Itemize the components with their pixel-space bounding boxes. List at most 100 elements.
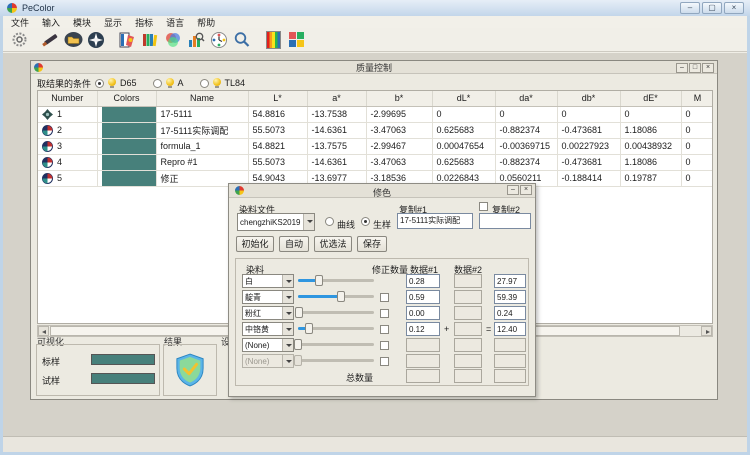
result-field-2[interactable]: 59.39 [494, 290, 526, 304]
optimize-button[interactable]: 优选法 [314, 236, 352, 252]
dialog-close-button[interactable]: × [520, 185, 532, 195]
menu-display[interactable]: 显示 [102, 16, 124, 29]
color-mosaic-icon[interactable] [286, 30, 306, 50]
result-field-1[interactable]: 27.97 [494, 274, 526, 288]
col-dE[interactable]: dE* [620, 91, 681, 106]
menu-module[interactable]: 模块 [71, 16, 93, 29]
window-title: PeColor [22, 3, 55, 13]
chevron-down-icon[interactable] [282, 323, 293, 335]
illuminant-tl84-radio[interactable] [200, 79, 209, 88]
close-button[interactable]: × [724, 2, 744, 14]
palette-book-icon[interactable] [117, 30, 137, 50]
dye-select-6: (None) [242, 354, 294, 368]
col-b[interactable]: b* [366, 91, 432, 106]
copy1-field[interactable]: 17-5111实际调配 [397, 213, 473, 229]
row-checkbox-5[interactable] [380, 341, 389, 350]
col-colors[interactable]: Colors [97, 91, 156, 106]
col-da[interactable]: da* [495, 91, 557, 106]
amount-slider-2[interactable] [298, 291, 374, 302]
data2-field-1[interactable] [454, 274, 482, 288]
qc-close-button[interactable]: × [702, 63, 714, 73]
result-field-4[interactable]: 12.40 [494, 322, 526, 336]
data1-field-2[interactable]: 0.59 [406, 290, 440, 304]
toolbar [3, 28, 747, 52]
compass-icon[interactable] [86, 30, 106, 50]
table-row[interactable]: 2 17-5111实际调配 55.5073 -14.6361 -3.47063 … [38, 122, 713, 138]
dye-select-3[interactable]: 粉红 [242, 306, 294, 320]
folder-icon[interactable] [63, 30, 83, 50]
rainbow-strip-icon[interactable] [263, 30, 283, 50]
color-swatch [102, 171, 156, 186]
copy2-checkbox[interactable] [479, 202, 488, 211]
menu-language[interactable]: 语言 [164, 16, 186, 29]
data1-field-5[interactable] [406, 338, 440, 352]
magnifier-icon[interactable] [232, 30, 252, 50]
qc-titlebar[interactable]: 质量控制 – □ × [31, 61, 717, 74]
illuminant-a-radio[interactable] [153, 79, 162, 88]
chevron-down-icon[interactable] [282, 291, 293, 303]
col-M[interactable]: M [681, 91, 713, 106]
main-titlebar[interactable]: PeColor – ▢ × [0, 0, 750, 16]
chart-magnifier-icon[interactable] [186, 30, 206, 50]
color-wheel-icon[interactable] [163, 30, 183, 50]
dialog-titlebar[interactable]: 修色 – × [229, 184, 535, 198]
dye-select-5[interactable]: (None) [242, 338, 294, 352]
color-gauge-icon[interactable] [209, 30, 229, 50]
data1-field-1[interactable]: 0.28 [406, 274, 440, 288]
amount-slider-5[interactable] [298, 339, 374, 350]
marker-pen-icon[interactable] [40, 30, 60, 50]
amount-slider-3[interactable] [298, 307, 374, 318]
auto-button[interactable]: 自动 [279, 236, 309, 252]
chevron-down-icon[interactable] [282, 339, 293, 351]
chevron-down-icon[interactable] [282, 275, 293, 287]
initialize-button[interactable]: 初始化 [236, 236, 274, 252]
row-checkbox-4[interactable] [380, 325, 389, 334]
col-a[interactable]: a* [307, 91, 366, 106]
row-checkbox-2[interactable] [380, 293, 389, 302]
dye-select-2[interactable]: 靛青 [242, 290, 294, 304]
amount-slider-4[interactable] [298, 323, 374, 334]
menu-index[interactable]: 指标 [133, 16, 155, 29]
data2-field-2[interactable] [454, 290, 482, 304]
data2-field-5[interactable] [454, 338, 482, 352]
scroll-right-icon[interactable] [701, 326, 712, 336]
qc-minimize-button[interactable]: – [676, 63, 688, 73]
table-row[interactable]: 3 formula_1 54.8821 -13.7575 -2.99467 0.… [38, 138, 713, 154]
dialog-minimize-button[interactable]: – [507, 185, 519, 195]
minimize-button[interactable]: – [680, 2, 700, 14]
row-checkbox-3[interactable] [380, 309, 389, 318]
menu-input[interactable]: 输入 [40, 16, 62, 29]
illuminant-d65-radio[interactable] [95, 79, 104, 88]
amount-slider-1[interactable] [298, 275, 374, 286]
table-row[interactable]: 1 17-5111 54.8816 -13.7538 -2.99695 0 0 … [38, 106, 713, 122]
chevron-down-icon[interactable] [282, 307, 293, 319]
menu-bar: 文件 输入 模块 显示 指标 语言 帮助 [3, 16, 747, 28]
sample-radio[interactable] [361, 217, 370, 226]
copy2-field[interactable] [479, 213, 531, 229]
menu-file[interactable]: 文件 [9, 16, 31, 29]
settings-gear-icon[interactable] [9, 30, 29, 50]
data1-field-4[interactable]: 0.12 [406, 322, 440, 336]
col-dL[interactable]: dL* [432, 91, 495, 106]
data2-field-3[interactable] [454, 306, 482, 320]
save-button[interactable]: 保存 [357, 236, 387, 252]
dye-select-1[interactable]: 白 [242, 274, 294, 288]
col-name[interactable]: Name [156, 91, 248, 106]
table-row[interactable]: 4 Repro #1 55.5073 -14.6361 -3.47063 0.6… [38, 154, 713, 170]
col-db[interactable]: db* [557, 91, 620, 106]
dye-select-4[interactable]: 中铬黄 [242, 322, 294, 336]
trial-icon [42, 125, 53, 136]
result-field-3[interactable]: 0.24 [494, 306, 526, 320]
qc-maximize-button[interactable]: □ [689, 63, 701, 73]
curve-radio[interactable] [325, 217, 334, 226]
col-L[interactable]: L* [248, 91, 307, 106]
result-field-5[interactable] [494, 338, 526, 352]
menu-help[interactable]: 帮助 [195, 16, 217, 29]
maximize-button[interactable]: ▢ [702, 2, 722, 14]
data1-field-3[interactable]: 0.00 [406, 306, 440, 320]
data2-field-4[interactable] [454, 322, 482, 336]
dye-file-select[interactable]: chengzhiKS2019 [237, 213, 315, 231]
color-books-icon[interactable] [140, 30, 160, 50]
chevron-down-icon[interactable] [303, 214, 314, 230]
col-number[interactable]: Number [38, 91, 97, 106]
